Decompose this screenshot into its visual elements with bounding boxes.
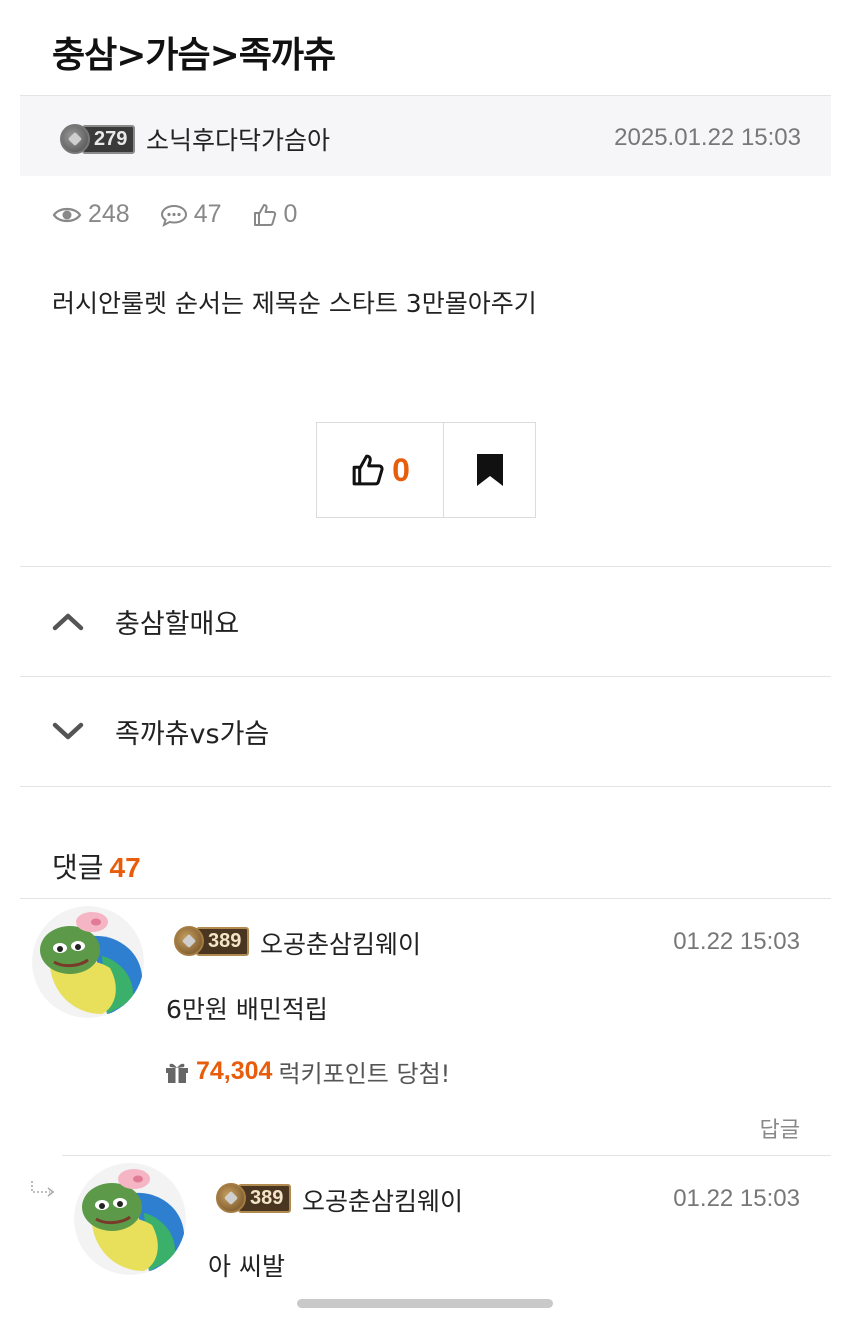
level-emblem-icon bbox=[216, 1183, 246, 1213]
bookmark-icon bbox=[476, 454, 503, 486]
prev-post-link[interactable]: 충삼할매요 bbox=[20, 566, 831, 676]
comment-date: 01.22 15:03 bbox=[673, 928, 800, 955]
author-level-badge: 279 bbox=[60, 124, 136, 154]
prev-post-title: 충삼할매요 bbox=[115, 609, 240, 640]
author-level: 279 bbox=[82, 124, 136, 154]
lucky-point-notice: 74,304 럭키포인트 당첨! bbox=[164, 1054, 450, 1089]
next-post-title: 족까츄vs가슴 bbox=[115, 719, 270, 750]
page-title: 충삼>가슴>족까츄 bbox=[52, 35, 336, 76]
thumbs-up-icon bbox=[253, 203, 276, 226]
comment-stat: 47 bbox=[160, 200, 222, 229]
comment-text: 아 씨발 bbox=[208, 1252, 285, 1281]
lucky-point-text: 럭키포인트 당첨! bbox=[278, 1060, 451, 1088]
commenter-level-badge: 389 bbox=[216, 1183, 292, 1213]
avatar[interactable] bbox=[74, 1163, 186, 1275]
thumbs-up-icon bbox=[352, 454, 384, 486]
next-post-link[interactable]: 족까츄vs가슴 bbox=[20, 676, 831, 786]
eye-icon bbox=[52, 207, 82, 222]
reply-button[interactable]: 답글 bbox=[760, 1112, 800, 1144]
chevron-down-icon bbox=[52, 722, 84, 740]
post-stats: 248 47 0 bbox=[52, 200, 297, 229]
reply-arrow-icon bbox=[31, 1181, 55, 1197]
view-stat: 248 bbox=[52, 200, 130, 229]
post-action-box: 0 bbox=[316, 422, 536, 518]
comment-bubble-icon bbox=[160, 204, 187, 227]
avatar[interactable] bbox=[32, 906, 144, 1018]
author-name[interactable]: 소닉후다닥가슴아 bbox=[146, 121, 330, 157]
level-emblem-icon bbox=[174, 926, 204, 956]
post-author-bar: 279 소닉후다닥가슴아 2025.01.22 15:03 bbox=[20, 95, 831, 176]
divider bbox=[20, 786, 831, 787]
home-indicator[interactable] bbox=[297, 1299, 553, 1308]
like-count: 0 bbox=[392, 451, 410, 488]
comments-header: 댓글 47 bbox=[52, 846, 141, 886]
commenter-level: 389 bbox=[196, 926, 250, 956]
commenter-level: 389 bbox=[238, 1183, 292, 1213]
comments-count: 47 bbox=[109, 852, 141, 883]
comments-label: 댓글 bbox=[52, 851, 104, 884]
comment-date: 01.22 15:03 bbox=[673, 1185, 800, 1212]
comment-author[interactable]: 오공춘삼킴웨이 bbox=[302, 1182, 463, 1218]
like-button[interactable]: 0 bbox=[317, 423, 444, 517]
like-stat: 0 bbox=[252, 200, 298, 229]
gift-icon bbox=[166, 1063, 188, 1083]
bookmark-button[interactable] bbox=[444, 423, 535, 517]
lucky-point-amount: 74,304 bbox=[196, 1057, 273, 1085]
divider bbox=[62, 1155, 831, 1156]
commenter-level-badge: 389 bbox=[174, 926, 250, 956]
post-date: 2025.01.22 15:03 bbox=[614, 124, 801, 151]
comment-count: 47 bbox=[193, 200, 222, 228]
divider bbox=[20, 898, 831, 899]
comment-text: 6만원 배민적립 bbox=[166, 995, 328, 1024]
post-body: 러시안룰렛 순서는 제목순 스타트 3만몰아주기 bbox=[52, 289, 537, 318]
view-count: 248 bbox=[88, 200, 130, 228]
comment-author[interactable]: 오공춘삼킴웨이 bbox=[260, 925, 421, 961]
level-emblem-icon bbox=[60, 124, 90, 154]
like-stat-count: 0 bbox=[283, 200, 298, 228]
chevron-up-icon bbox=[52, 613, 84, 631]
